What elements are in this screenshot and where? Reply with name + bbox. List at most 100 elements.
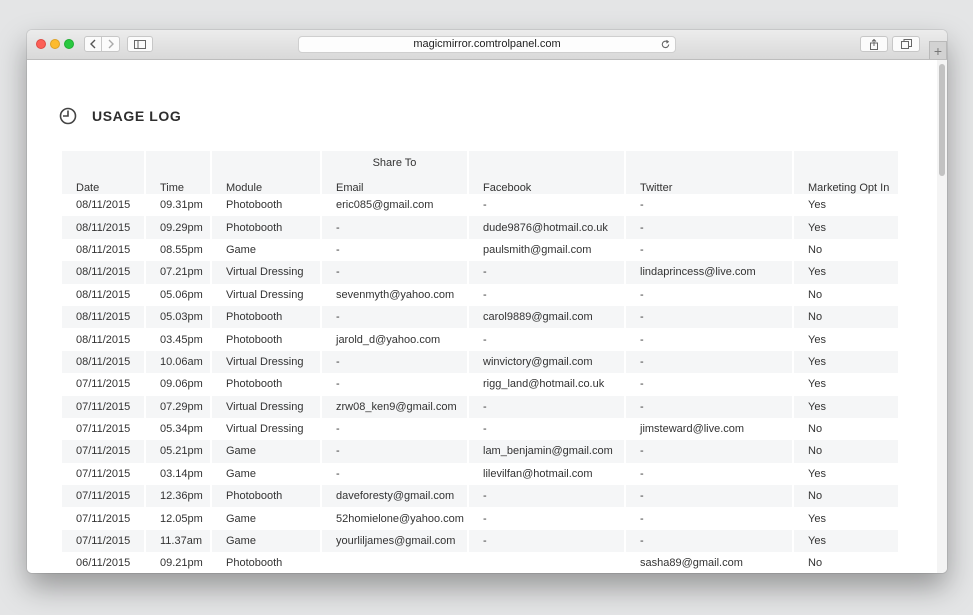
address-bar[interactable]: magicmirror.comtrolpanel.com: [298, 36, 676, 53]
table-row[interactable]: 08/11/2015 10.06am Virtual Dressing - winvic…: [62, 350, 898, 374]
cell-marketing-opt-in: Yes: [794, 395, 898, 418]
cell-email: -: [322, 440, 467, 463]
back-button[interactable]: [84, 36, 102, 52]
column-header-time[interactable]: Time: [146, 174, 210, 194]
cell-marketing-opt-in: No: [808, 243, 823, 256]
cell-marketing-opt-in: Yes: [808, 378, 826, 391]
table-row[interactable]: 06/11/2015 09.21pm Photobooth sasha89@gmail…: [62, 552, 898, 573]
close-window-button[interactable]: [36, 39, 46, 49]
forward-button[interactable]: [102, 36, 120, 52]
tab-overview-button[interactable]: [892, 36, 920, 52]
url-text: magicmirror.comtrolpanel.com: [413, 38, 561, 50]
cell-marketing-opt-in: No: [794, 485, 898, 508]
cell-date: 07/11/2015: [76, 467, 131, 480]
cell-marketing-opt-in: No: [808, 557, 823, 570]
table-row[interactable]: 07/11/2015 05.21pm Game - lam_benjamin@gmail…: [62, 440, 898, 463]
cell-module: Game: [212, 529, 320, 553]
minimize-window-button[interactable]: [50, 39, 60, 49]
cell-module: Photobooth: [212, 485, 320, 508]
cell-marketing-opt-in: Yes: [794, 261, 898, 284]
cell-email: sevenmyth@yahoo.com: [336, 288, 455, 301]
table-row[interactable]: 07/11/2015 11.37am Game yourliljames@gmail.…: [62, 529, 898, 553]
cell-twitter: -: [640, 467, 644, 480]
cell-facebook: carol9889@gmail.com: [469, 305, 624, 329]
table-row[interactable]: 08/11/2015 03.45pm Photobooth jarold_d@yaho…: [62, 328, 898, 350]
table-row[interactable]: 08/11/2015 07.21pm Virtual Dressing - - linda…: [62, 261, 898, 284]
cell-date: 07/11/2015: [62, 395, 144, 418]
sidebar-toggle-button[interactable]: [127, 36, 153, 52]
cell-module: Virtual Dressing: [212, 395, 320, 418]
cell-module: Virtual Dressing: [226, 288, 304, 301]
cell-twitter: -: [640, 243, 644, 256]
table-row[interactable]: 07/11/2015 12.05pm Game 52homielone@yahoo.c…: [62, 507, 898, 529]
cell-facebook: -: [469, 261, 624, 284]
new-tab-button[interactable]: +: [929, 41, 947, 59]
cell-module: Photobooth: [226, 333, 283, 346]
table-row[interactable]: 08/11/2015 05.03pm Photobooth - carol9889@gm…: [62, 305, 898, 329]
cell-marketing-opt-in: Yes: [808, 199, 826, 212]
table-row[interactable]: 08/11/2015 05.06pm Virtual Dressing sevenmy…: [62, 284, 898, 306]
cell-marketing-opt-in: Yes: [808, 333, 826, 346]
cell-twitter: sasha89@gmail.com: [640, 557, 743, 570]
cell-module: Photobooth: [212, 216, 320, 239]
cell-date: 07/11/2015: [62, 529, 144, 553]
clock-icon: [59, 107, 77, 125]
cell-date: 08/11/2015: [62, 261, 144, 284]
column-header-date[interactable]: Date: [62, 174, 144, 194]
cell-marketing-opt-in: Yes: [794, 216, 898, 239]
cell-facebook: [469, 552, 624, 573]
table-row[interactable]: 07/11/2015 09.06pm Photobooth - rigg_land@ho…: [62, 373, 898, 395]
column-header-module[interactable]: Module: [212, 174, 320, 194]
table-row[interactable]: 08/11/2015 09.31pm Photobooth eric085@gmail…: [62, 194, 898, 216]
cell-facebook: -: [469, 485, 624, 508]
column-header-email[interactable]: Email: [322, 174, 467, 194]
cell-email: yourliljames@gmail.com: [322, 529, 467, 553]
column-header-marketing-opt-in[interactable]: Marketing Opt In: [794, 174, 898, 194]
table-row[interactable]: 07/11/2015 05.34pm Virtual Dressing - - jimst…: [62, 418, 898, 440]
cell-twitter: -: [626, 529, 792, 553]
table-group-header-row: Share To: [62, 151, 898, 174]
table-row[interactable]: 07/11/2015 12.36pm Photobooth daveforesty@g…: [62, 485, 898, 508]
browser-toolbar: magicmirror.comtrolpanel.com +: [27, 30, 947, 60]
cell-facebook: -: [469, 529, 624, 553]
table-row[interactable]: 08/11/2015 08.55pm Game - paulsmith@gmail.co…: [62, 239, 898, 261]
cell-date: 08/11/2015: [76, 199, 131, 212]
cell-twitter: -: [640, 199, 644, 212]
cell-module: Game: [226, 243, 256, 256]
vertical-scrollbar[interactable]: [937, 60, 947, 573]
column-header-facebook[interactable]: Facebook: [469, 174, 624, 194]
cell-time: 07.29pm: [146, 395, 210, 418]
cell-time: 07.21pm: [146, 261, 210, 284]
table-row[interactable]: 08/11/2015 09.29pm Photobooth - dude9876@hot…: [62, 216, 898, 239]
cell-time: 03.45pm: [160, 333, 203, 346]
cell-twitter: -: [626, 395, 792, 418]
cell-date: 07/11/2015: [76, 378, 131, 391]
cell-marketing-opt-in: No: [794, 440, 898, 463]
cell-twitter: -: [626, 350, 792, 374]
table-row[interactable]: 07/11/2015 03.14pm Game - lilevilfan@hotmail…: [62, 463, 898, 485]
cell-module: Game: [212, 440, 320, 463]
share-button[interactable]: [860, 36, 888, 52]
column-header-twitter[interactable]: Twitter: [626, 174, 792, 194]
cell-twitter: -: [626, 485, 792, 508]
cell-module: Game: [226, 467, 256, 480]
cell-email: -: [336, 467, 340, 480]
zoom-window-button[interactable]: [64, 39, 74, 49]
scrollbar-thumb[interactable]: [939, 64, 945, 176]
page-content: USAGE LOG Share To Date Time Module Emai…: [27, 60, 937, 573]
cell-marketing-opt-in: No: [794, 305, 898, 329]
cell-facebook: -: [483, 199, 487, 212]
reload-icon[interactable]: [660, 39, 671, 50]
cell-time: 11.37am: [146, 529, 210, 553]
cell-date: 07/11/2015: [62, 485, 144, 508]
chevron-left-icon: [90, 39, 96, 49]
cell-marketing-opt-in: Yes: [794, 529, 898, 553]
cell-email: 52homielone@yahoo.com: [336, 512, 464, 525]
cell-time: 05.21pm: [146, 440, 210, 463]
cell-facebook: -: [469, 395, 624, 418]
cell-twitter: -: [640, 512, 644, 525]
chevron-right-icon: [108, 39, 114, 49]
table-row[interactable]: 07/11/2015 07.29pm Virtual Dressing zrw08_k…: [62, 395, 898, 418]
cell-time: 03.14pm: [160, 467, 203, 480]
cell-module: Photobooth: [226, 557, 283, 570]
